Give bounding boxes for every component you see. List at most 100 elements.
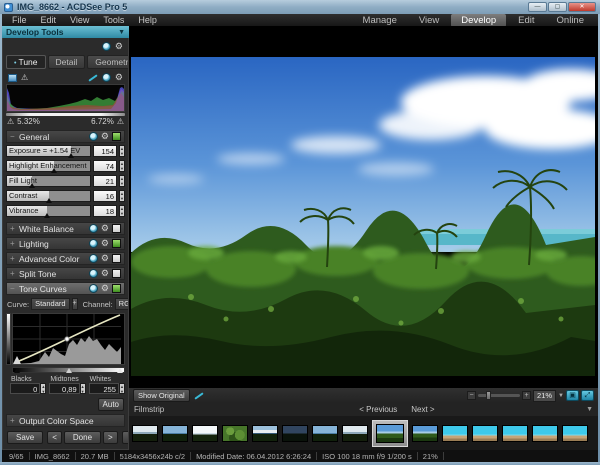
section-gear-icon[interactable]: ⚙: [101, 269, 109, 278]
curve-type-expand-button[interactable]: +: [72, 298, 78, 310]
auto-button[interactable]: Auto: [98, 398, 124, 411]
section-eye-icon[interactable]: [89, 224, 98, 233]
save-button[interactable]: Save: [7, 431, 43, 444]
slider-track[interactable]: Vibrance: [6, 205, 91, 217]
show-original-button[interactable]: Show Original: [133, 389, 190, 402]
tone-curve-editor[interactable]: [6, 313, 125, 365]
section-enabled-checkbox[interactable]: [112, 269, 121, 278]
spin-down-icon[interactable]: ▼: [120, 151, 124, 156]
section-enabled-checkbox[interactable]: [112, 224, 121, 233]
slider-thumb[interactable]: [29, 183, 35, 188]
gear-icon[interactable]: ⚙: [115, 42, 123, 51]
section-general[interactable]: − General ⚙: [6, 130, 125, 143]
section-enabled-checkbox[interactable]: [112, 254, 121, 263]
thumbnail-selected[interactable]: [372, 420, 408, 447]
curve-levels-gradient[interactable]: [12, 367, 125, 373]
general-enabled-checkbox[interactable]: [112, 132, 121, 141]
slider-spinner[interactable]: ▲▼: [119, 160, 125, 172]
slider-thumb[interactable]: [68, 153, 74, 158]
zoom-out-button[interactable]: −: [467, 391, 476, 400]
expand-icon[interactable]: +: [10, 416, 16, 425]
color-patch-icon[interactable]: [8, 74, 17, 82]
zoom-percent[interactable]: 21%: [533, 390, 556, 402]
thumbnail-4[interactable]: [222, 425, 248, 442]
tone-field-value[interactable]: 255: [89, 383, 119, 394]
slider-value[interactable]: 18: [93, 205, 117, 217]
section-tone-curves[interactable]: − Tone Curves ⚙: [6, 282, 125, 295]
edit-brush-icon[interactable]: [88, 74, 97, 81]
thumbnail-14[interactable]: [532, 425, 558, 442]
slider-spinner[interactable]: ▲▼: [119, 190, 125, 202]
section-lighting[interactable]: +Lighting⚙: [6, 237, 125, 250]
next-link[interactable]: Next >: [411, 405, 434, 414]
thumbnail-12[interactable]: [472, 425, 498, 442]
slider-track[interactable]: Fill Light: [6, 175, 91, 187]
tone-field-spinner[interactable]: ▲▼: [80, 383, 86, 394]
thumbnail-1[interactable]: [132, 425, 158, 442]
slider-spinner[interactable]: ▲▼: [119, 205, 125, 217]
slider-spinner[interactable]: ▲▼: [119, 145, 125, 157]
spin-down-icon[interactable]: ▼: [120, 166, 124, 171]
tone-field-spinner[interactable]: ▲▼: [40, 383, 46, 394]
general-gear-icon[interactable]: ⚙: [101, 132, 109, 141]
slider-thumb[interactable]: [44, 213, 50, 218]
section-gear-icon[interactable]: ⚙: [101, 239, 109, 248]
slider-value[interactable]: 74: [93, 160, 117, 172]
zoom-in-button[interactable]: +: [522, 391, 531, 400]
previous-link[interactable]: < Previous: [359, 405, 397, 414]
tone-curves-eye-icon[interactable]: [89, 284, 98, 293]
section-eye-icon[interactable]: [89, 239, 98, 248]
zoom-dropdown-icon[interactable]: ▼: [558, 393, 564, 399]
expand-icon[interactable]: +: [10, 239, 16, 248]
slider-value[interactable]: 154: [93, 145, 117, 157]
thumbnail-5[interactable]: [252, 425, 278, 442]
expand-icon[interactable]: +: [10, 269, 16, 278]
tab-detail[interactable]: Detail: [48, 55, 86, 69]
spin-down-icon[interactable]: ▼: [120, 211, 124, 216]
spin-down-icon[interactable]: ▼: [120, 196, 124, 201]
expand-icon[interactable]: +: [10, 254, 16, 263]
thumbnail-11[interactable]: [442, 425, 468, 442]
curve-type-dropdown[interactable]: Standard: [31, 298, 69, 310]
thumbnail-7[interactable]: [312, 425, 338, 442]
histogram-eye-icon[interactable]: [102, 73, 111, 82]
tone-field-value[interactable]: 0,89: [49, 383, 79, 394]
edit-tool-icon[interactable]: [194, 392, 203, 399]
collapse-icon[interactable]: −: [10, 132, 16, 141]
thumbnail-10[interactable]: [412, 425, 438, 442]
tone-field-value[interactable]: 0: [10, 383, 40, 394]
cancel-button[interactable]: Cancel: [122, 431, 129, 444]
section-split-tone[interactable]: +Split Tone⚙: [6, 267, 125, 280]
maximize-button[interactable]: ▢: [548, 2, 567, 12]
tone-curves-gear-icon[interactable]: ⚙: [101, 284, 109, 293]
exposure-warning-icon[interactable]: ⚠: [21, 74, 28, 82]
histogram-gear-icon[interactable]: ⚙: [115, 73, 123, 82]
section-eye-icon[interactable]: [89, 269, 98, 278]
slider-thumb[interactable]: [51, 168, 57, 173]
expand-icon[interactable]: +: [10, 224, 16, 233]
slider-spinner[interactable]: ▲▼: [119, 175, 125, 187]
spin-down-icon[interactable]: ▼: [120, 389, 124, 394]
slider-track[interactable]: Exposure = +1.54 EV: [6, 145, 91, 157]
shadow-clip-warning-icon[interactable]: ⚠: [7, 118, 14, 126]
tone-field-spinner[interactable]: ▲▼: [119, 383, 125, 394]
fit-image-button[interactable]: ▣: [566, 390, 579, 401]
channel-dropdown[interactable]: RGB: [115, 298, 129, 310]
slider-thumb[interactable]: [46, 198, 52, 203]
tab-tune[interactable]: •Tune: [6, 55, 46, 69]
develop-tools-header[interactable]: Develop Tools ▼: [2, 26, 129, 38]
tab-geometry[interactable]: Geometry: [87, 55, 129, 69]
section-output-color-space[interactable]: + Output Color Space: [6, 414, 125, 427]
previous-image-button[interactable]: <: [47, 431, 62, 444]
spin-down-icon[interactable]: ▼: [41, 389, 45, 394]
section-gear-icon[interactable]: ⚙: [101, 224, 109, 233]
image-viewer[interactable]: [129, 26, 598, 388]
thumbnail-2[interactable]: [162, 425, 188, 442]
section-white-balance[interactable]: +White Balance⚙: [6, 222, 125, 235]
minimize-button[interactable]: —: [528, 2, 547, 12]
slider-value[interactable]: 21: [93, 175, 117, 187]
highlight-clip-warning-icon[interactable]: ⚠: [117, 118, 124, 126]
thumbnail-9[interactable]: [376, 424, 404, 443]
thumbnail-15[interactable]: [562, 425, 588, 442]
slider-value[interactable]: 16: [93, 190, 117, 202]
